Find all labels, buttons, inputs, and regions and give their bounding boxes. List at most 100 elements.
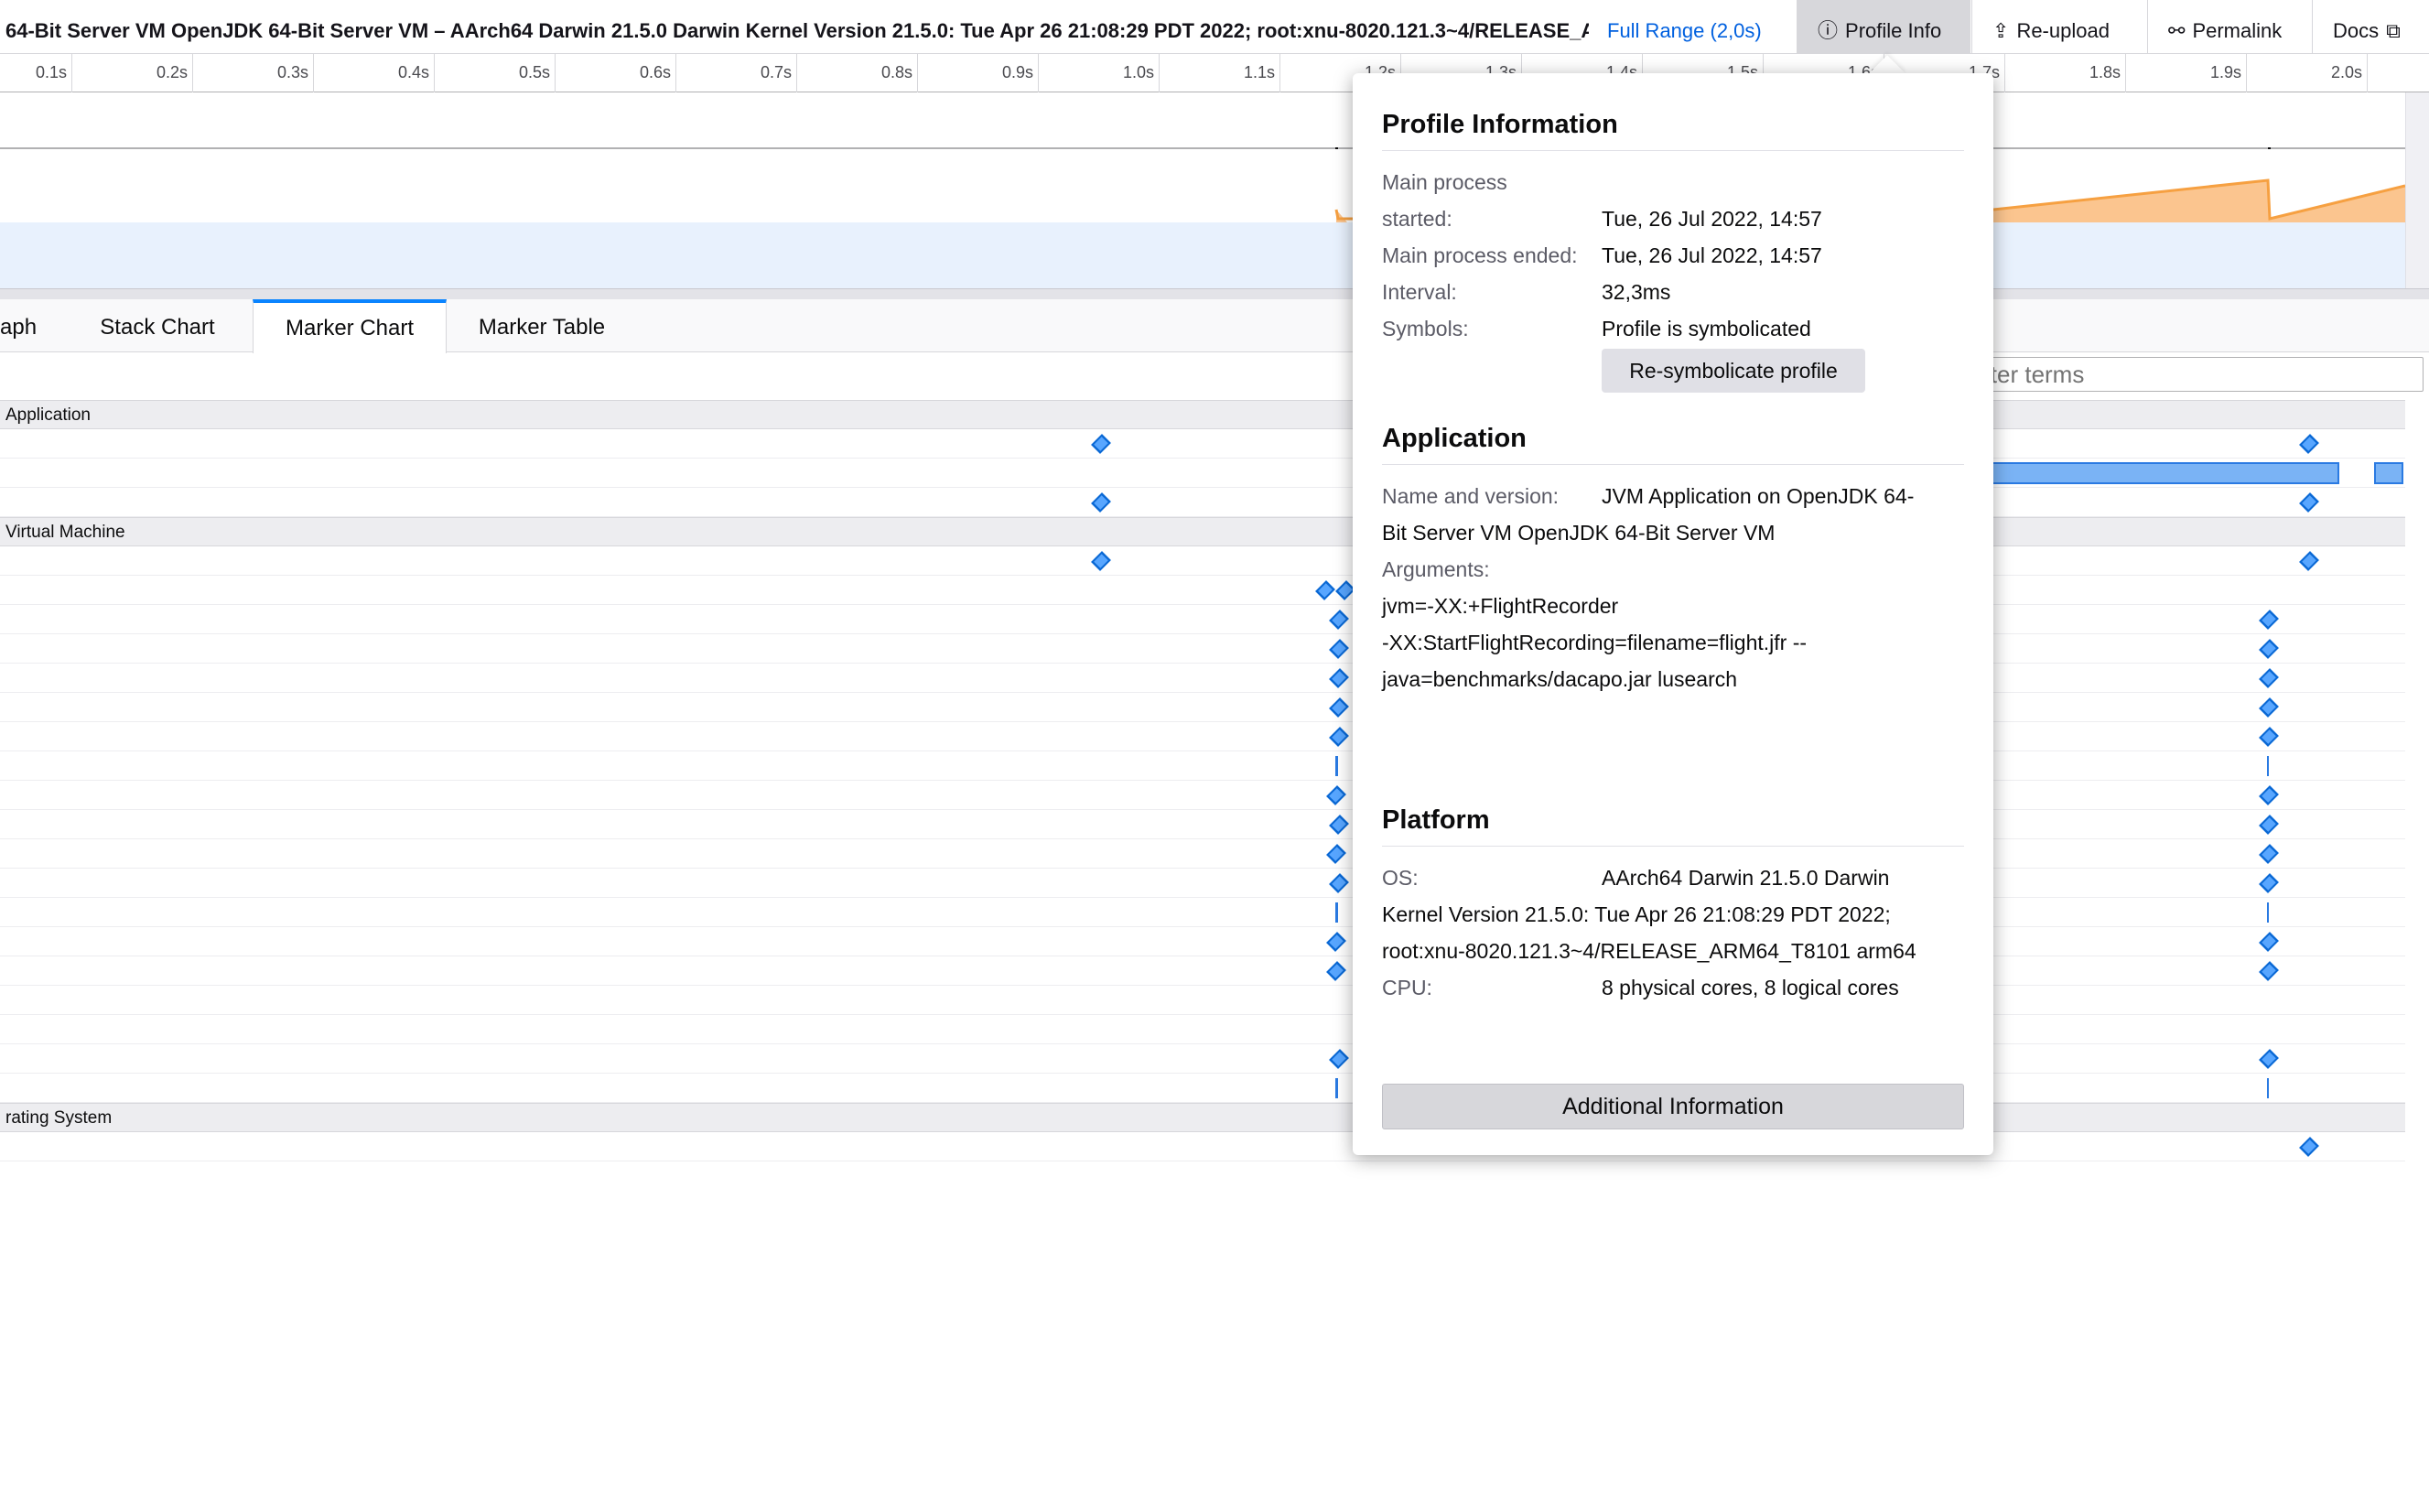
tab-stack-chart[interactable]: Stack Chart <box>84 299 231 352</box>
symbols-label: Symbols: <box>1382 317 1469 340</box>
marker-row[interactable] <box>0 664 2405 693</box>
marker-row[interactable] <box>0 605 2405 634</box>
marker-interval[interactable] <box>2267 756 2269 776</box>
group-header-application: Application <box>0 400 2405 429</box>
marker-row[interactable] <box>0 722 2405 751</box>
marker-row[interactable] <box>0 429 2405 459</box>
cpu-graph-svg <box>1334 178 2405 222</box>
panel-splitter[interactable] <box>0 288 2429 299</box>
marker-interval[interactable] <box>2267 1078 2269 1098</box>
arguments-value-3: java=benchmarks/dacapo.jar lusearch <box>1382 667 1738 691</box>
arguments-value-2: -XX:StartFlightRecording=filename=flight… <box>1382 631 1808 654</box>
tab-marker-table[interactable]: Marker Table <box>467 299 617 352</box>
marker-row[interactable] <box>0 1044 2405 1074</box>
marker-row[interactable] <box>0 488 2405 517</box>
ruler-tick: 0.9s <box>1002 54 1039 92</box>
section-divider <box>1382 150 1964 151</box>
link-icon: ⚯ <box>2168 19 2186 42</box>
marker-row[interactable] <box>0 869 2405 898</box>
group-header-virtual-machine: Virtual Machine <box>0 517 2405 546</box>
platform-heading: Platform <box>1382 805 1490 835</box>
marker-row[interactable] <box>0 839 2405 869</box>
thread-track-selected[interactable] <box>0 222 2405 288</box>
profile-info-button[interactable]: ⓘ Profile Info <box>1797 0 1970 53</box>
marker-filter-input[interactable]: lter terms <box>1977 357 2424 392</box>
timeline-track[interactable] <box>0 92 2405 158</box>
marker-interval[interactable] <box>1335 1078 1338 1098</box>
top-bar: 64-Bit Server VM OpenJDK 64-Bit Server V… <box>0 0 2429 54</box>
marker-row[interactable] <box>0 986 2405 1015</box>
track-scrollbar[interactable] <box>2405 92 2429 290</box>
name-version-value: JVM Application on OpenJDK 64- <box>1602 484 1915 508</box>
info-circle-icon: ⓘ <box>1818 19 1839 42</box>
arguments-label: Arguments: <box>1382 557 1490 581</box>
additional-information-button[interactable]: Additional Information <box>1382 1084 1964 1129</box>
tab-bar: aph Stack Chart Marker Chart Marker Tabl… <box>0 299 2429 353</box>
marker-row[interactable] <box>0 576 2405 605</box>
marker-row[interactable] <box>0 898 2405 927</box>
group-header-operating-system: rating System <box>0 1103 2405 1132</box>
tab-marker-chart[interactable]: Marker Chart <box>253 299 447 353</box>
name-version-label: Name and version: <box>1382 484 1560 508</box>
ruler-tick: 0.7s <box>761 54 797 92</box>
cpu-label: CPU: <box>1382 976 1432 999</box>
marker-row[interactable] <box>0 810 2405 839</box>
main-ended-value: Tue, 26 Jul 2022, 14:57 <box>1602 243 1822 267</box>
profile-info-label: Profile Info <box>1845 19 1942 42</box>
marker-row[interactable] <box>0 634 2405 664</box>
reupload-label: Re-upload <box>2016 19 2110 42</box>
profile-info-popup: Profile Information Main process started… <box>1353 73 1993 1155</box>
marker-interval[interactable] <box>1335 756 1338 776</box>
marker-row[interactable] <box>0 927 2405 956</box>
cpu-activity-graph[interactable] <box>0 149 2405 222</box>
main-started-value: Tue, 26 Jul 2022, 14:57 <box>1602 207 1822 231</box>
ruler-tick: 0.6s <box>640 54 676 92</box>
marker-row[interactable] <box>0 1074 2405 1103</box>
os-label: OS: <box>1382 866 1419 890</box>
timeline-ruler[interactable]: 0.1s 0.2s 0.3s 0.4s 0.5s 0.6s 0.7s 0.8s … <box>0 54 2429 92</box>
ruler-tick: 1.0s <box>1123 54 1160 92</box>
ruler-tick: 2.0s <box>2331 54 2368 92</box>
ruler-tick: 0.4s <box>398 54 435 92</box>
marker-interval[interactable] <box>2267 902 2269 923</box>
marker-row[interactable] <box>0 546 2405 576</box>
reupload-button[interactable]: ⇪ Re-upload <box>1971 0 2154 53</box>
os-value-cont-2: root:xnu-8020.121.3~4/RELEASE_ARM64_T810… <box>1382 939 1916 963</box>
marker-row[interactable] <box>0 1015 2405 1044</box>
ruler-tick: 0.2s <box>157 54 193 92</box>
marker-row[interactable] <box>0 751 2405 781</box>
docs-button[interactable]: Docs ⧉ <box>2312 0 2429 53</box>
cpu-value: 8 physical cores, 8 logical cores <box>1602 976 1899 999</box>
marker-row[interactable] <box>0 1132 2405 1161</box>
section-divider <box>1382 464 1964 465</box>
section-divider <box>1382 846 1964 847</box>
ruler-tick: 1.8s <box>2089 54 2126 92</box>
marker-interval[interactable] <box>1335 902 1338 923</box>
marker-interval-bar[interactable] <box>1992 462 2339 484</box>
external-link-icon: ⧉ <box>2386 19 2401 42</box>
main-ended-label: Main process ended: <box>1382 243 1578 267</box>
arguments-value-1: jvm=-XX:+FlightRecorder <box>1382 594 1619 618</box>
permalink-button[interactable]: ⚯ Permalink <box>2147 0 2312 53</box>
main-started-label: Main process <box>1382 170 1507 194</box>
tab-call-tree-graph[interactable]: aph <box>0 299 46 352</box>
marker-row[interactable] <box>0 956 2405 986</box>
ruler-tick: 0.1s <box>36 54 72 92</box>
permalink-label: Permalink <box>2192 19 2283 42</box>
interval-value: 32,3ms <box>1602 280 1671 304</box>
main-started-label-cont: started: <box>1382 207 1452 231</box>
ruler-tick: 1.1s <box>1244 54 1280 92</box>
ruler-tick: 0.5s <box>519 54 556 92</box>
ruler-tick: 0.3s <box>277 54 314 92</box>
full-range-breadcrumb[interactable]: Full Range (2,0s) <box>1607 0 1762 54</box>
symbols-value: Profile is symbolicated <box>1602 317 1811 340</box>
ruler-tick: 0.8s <box>881 54 918 92</box>
profile-title: 64-Bit Server VM OpenJDK 64-Bit Server V… <box>5 19 1589 42</box>
application-heading: Application <box>1382 424 1527 453</box>
os-value-cont-1: Kernel Version 21.5.0: Tue Apr 26 21:08:… <box>1382 902 1891 926</box>
marker-interval-bar[interactable] <box>2374 462 2403 484</box>
name-version-value-cont: Bit Server VM OpenJDK 64-Bit Server VM <box>1382 521 1776 545</box>
resymbolicate-button[interactable]: Re-symbolicate profile <box>1602 349 1865 393</box>
marker-row[interactable] <box>0 781 2405 810</box>
marker-row[interactable] <box>0 693 2405 722</box>
